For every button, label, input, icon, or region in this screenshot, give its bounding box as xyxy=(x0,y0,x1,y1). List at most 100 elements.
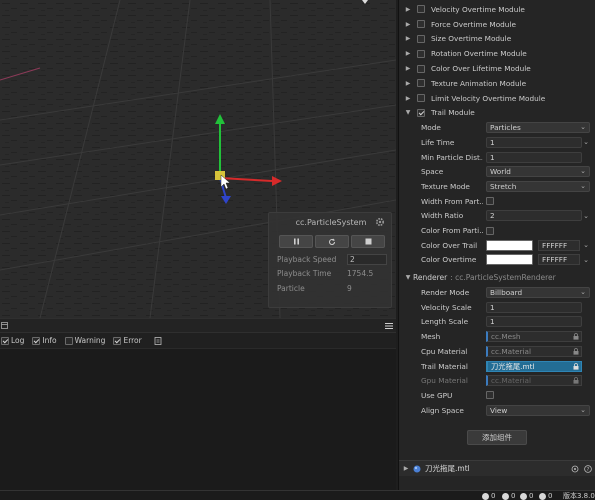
lock-icon[interactable] xyxy=(573,362,579,370)
prop-label: Life Time xyxy=(421,137,455,147)
cpu-material-asset-field[interactable]: cc.Material xyxy=(486,345,582,357)
particle-system-panel: cc.ParticleSystem Playback Speed 2 Playb… xyxy=(268,212,392,308)
lock-icon[interactable] xyxy=(573,348,579,355)
align-space-select[interactable]: View ⌄ xyxy=(486,404,590,416)
life-time-input[interactable]: 1 xyxy=(486,136,582,148)
chevron-down-icon[interactable]: ⌄ xyxy=(583,212,589,220)
module-checkbox[interactable] xyxy=(417,34,425,43)
playback-speed-label: Playback Speed xyxy=(277,255,337,264)
module-checkbox[interactable] xyxy=(417,20,425,29)
module-texture-animation[interactable]: ▶ Texture Animation Module xyxy=(399,76,595,91)
expand-arrow-icon[interactable]: ▶ xyxy=(403,95,413,102)
color-overtime-hex[interactable]: FFFFFF xyxy=(538,254,580,266)
texture-mode-select[interactable]: Stretch ⌄ xyxy=(486,180,590,192)
clear-console-icon[interactable] xyxy=(154,336,162,345)
particle-count-label: Particle xyxy=(277,284,305,293)
filter-error-checkbox[interactable] xyxy=(113,336,122,345)
collapse-arrow-icon[interactable]: ▼ xyxy=(403,274,413,281)
prop-trail-material: Trail Material 刀光拖尾.mtl xyxy=(399,359,595,374)
help-icon[interactable]: ? xyxy=(584,465,592,473)
warning-circle-icon xyxy=(502,492,509,500)
length-scale-input[interactable]: 1 xyxy=(486,316,582,328)
width-ratio-input[interactable]: 2 xyxy=(486,210,582,222)
mode-select[interactable]: Particles ⌄ xyxy=(486,122,590,134)
asset-value: cc.Material xyxy=(491,376,531,386)
module-limit-velocity-overtime[interactable]: ▶ Limit Velocity Overtime Module xyxy=(399,91,595,106)
space-select[interactable]: World ⌄ xyxy=(486,166,590,178)
asset-value: cc.Mesh xyxy=(491,332,521,342)
color-from-particle-checkbox[interactable] xyxy=(486,226,494,235)
prop-align-space: Align Space View ⌄ xyxy=(399,403,595,418)
pause-button[interactable] xyxy=(279,235,313,248)
status-count-1[interactable]: 0 xyxy=(482,491,495,500)
color-over-trail-hex[interactable]: FFFFFF xyxy=(538,239,580,251)
status-count-2[interactable]: 0 xyxy=(502,491,515,500)
module-rotation-overtime[interactable]: ▶ Rotation Overtime Module xyxy=(399,46,595,61)
prop-color-overtime: Color Overtime FFFFFF ⌄ xyxy=(399,253,595,268)
filter-log-checkbox[interactable] xyxy=(1,336,9,345)
asset-value: cc.Material xyxy=(491,346,531,356)
lock-icon[interactable] xyxy=(573,377,579,384)
collapse-arrow-icon[interactable]: ▼ xyxy=(403,109,413,116)
expand-arrow-icon[interactable]: ▶ xyxy=(403,50,413,57)
add-component-button[interactable]: 添加组件 xyxy=(467,430,527,445)
expand-arrow-icon[interactable]: ▶ xyxy=(403,6,413,13)
module-color-over-lifetime[interactable]: ▶ Color Over Lifetime Module xyxy=(399,61,595,76)
expand-arrow-icon[interactable]: ▶ xyxy=(403,35,413,42)
render-mode-select[interactable]: Billboard ⌄ xyxy=(486,287,590,299)
playback-speed-input[interactable]: 2 xyxy=(347,254,387,265)
use-gpu-checkbox[interactable] xyxy=(486,391,494,400)
locate-icon[interactable] xyxy=(571,465,579,473)
module-checkbox[interactable] xyxy=(417,49,425,58)
filter-log[interactable]: Log xyxy=(1,336,24,345)
module-checkbox[interactable] xyxy=(417,94,425,103)
asset-preview-bar[interactable]: ▶ 刀光拖尾.mtl ? xyxy=(399,460,595,476)
scene-viewport[interactable]: cc.ParticleSystem Playback Speed 2 Playb… xyxy=(0,0,396,318)
status-count-value: 0 xyxy=(511,492,516,500)
module-force-overtime[interactable]: ▶ Force Overtime Module xyxy=(399,17,595,32)
filter-error[interactable]: Error xyxy=(113,336,142,345)
renderer-section-header[interactable]: ▼ Renderer : cc.ParticleSystemRenderer xyxy=(399,270,595,285)
gpu-material-asset-field[interactable]: cc.Material xyxy=(486,375,582,387)
module-label: Limit Velocity Overtime Module xyxy=(431,93,546,103)
prop-width-from-particle: Width From Part... xyxy=(399,194,595,209)
color-overtime-swatch[interactable] xyxy=(486,254,533,266)
prop-space: Space World ⌄ xyxy=(399,164,595,179)
filter-info-checkbox[interactable] xyxy=(32,336,41,345)
module-checkbox[interactable] xyxy=(417,64,425,73)
filter-warning[interactable]: Warning xyxy=(64,336,105,345)
restart-button[interactable] xyxy=(315,235,349,248)
filter-warning-checkbox[interactable] xyxy=(64,336,73,345)
camera-indicator-icon xyxy=(362,0,368,4)
color-over-trail-swatch[interactable] xyxy=(486,239,533,251)
module-checkbox[interactable] xyxy=(417,5,425,14)
module-velocity-overtime[interactable]: ▶ Velocity Overtime Module xyxy=(399,2,595,17)
renderer-title: Renderer xyxy=(413,273,448,283)
stop-button[interactable] xyxy=(351,235,385,248)
min-particle-distance-input[interactable]: 1 xyxy=(486,151,582,163)
expand-arrow-icon[interactable]: ▶ xyxy=(403,65,413,72)
svg-text:?: ? xyxy=(587,467,590,473)
status-count-4[interactable]: 0 xyxy=(539,491,552,500)
chevron-down-icon[interactable]: ⌄ xyxy=(583,256,589,264)
chevron-down-icon[interactable]: ⌄ xyxy=(583,241,589,249)
expand-arrow-icon[interactable]: ▶ xyxy=(401,465,411,472)
dropdown-arrow-icon: ⌄ xyxy=(580,167,586,176)
particle-count-value: 9 xyxy=(347,284,352,293)
gear-icon[interactable] xyxy=(375,217,385,227)
module-checkbox[interactable] xyxy=(417,79,425,88)
module-trail[interactable]: ▼ Trail Module xyxy=(399,106,595,121)
filter-info[interactable]: Info xyxy=(32,336,57,345)
module-size-overtime[interactable]: ▶ Size Overtime Module xyxy=(399,32,595,47)
trail-material-asset-field[interactable]: 刀光拖尾.mtl xyxy=(486,360,582,372)
module-checkbox[interactable] xyxy=(417,108,425,117)
width-from-particle-checkbox[interactable] xyxy=(486,197,494,206)
menu-icon[interactable] xyxy=(385,322,393,330)
expand-arrow-icon[interactable]: ▶ xyxy=(403,21,413,28)
status-count-3[interactable]: 0 xyxy=(520,491,533,500)
expand-arrow-icon[interactable]: ▶ xyxy=(403,80,413,87)
velocity-scale-input[interactable]: 1 xyxy=(486,301,582,313)
chevron-down-icon[interactable]: ⌄ xyxy=(583,138,589,146)
mesh-asset-field[interactable]: cc.Mesh xyxy=(486,331,582,343)
lock-icon[interactable] xyxy=(573,333,579,340)
